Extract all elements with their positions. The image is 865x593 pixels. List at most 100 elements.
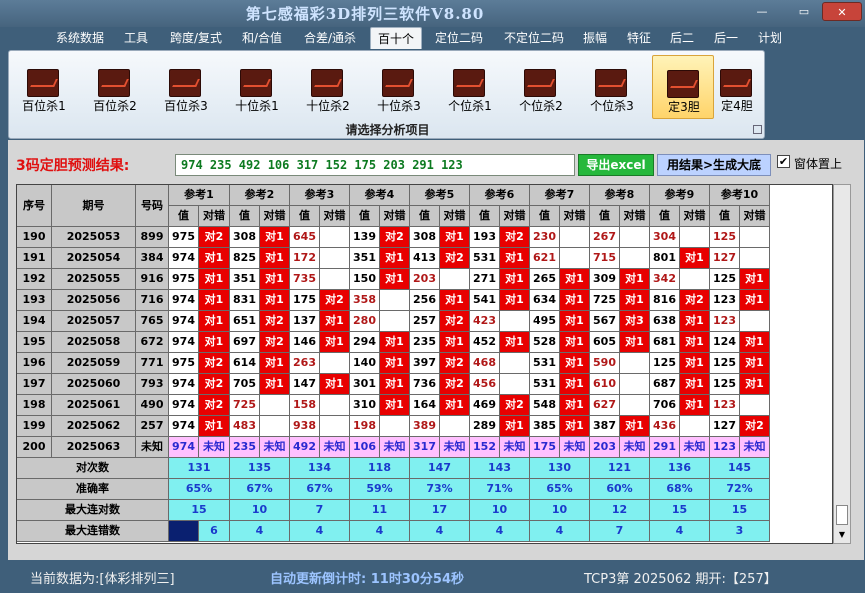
- stat-value: 135: [230, 458, 290, 479]
- cell-result: [260, 395, 290, 416]
- tool-button-10[interactable]: 定3胆: [652, 55, 714, 119]
- export-excel-button[interactable]: 导出excel: [578, 154, 654, 176]
- cell-result: [620, 248, 650, 269]
- cell-value: 140: [350, 353, 380, 374]
- header-ref-7: 参考7: [530, 185, 590, 206]
- tool-button-2[interactable]: 百位杀2: [84, 55, 146, 119]
- tab-2[interactable]: 工具: [116, 27, 156, 49]
- cell-value: 294: [350, 332, 380, 353]
- cell-value: 146: [290, 332, 320, 353]
- cell-value: 164: [410, 395, 440, 416]
- tab-5[interactable]: 合差/通杀: [296, 27, 364, 49]
- cell-result: 对1: [680, 248, 710, 269]
- header-result: 对错: [680, 206, 710, 227]
- cell-value: 590: [590, 353, 620, 374]
- status-source: 当前数据为:[体彩排列三]: [30, 572, 175, 587]
- scroll-down-icon[interactable]: ▼: [837, 530, 847, 539]
- tab-7[interactable]: 定位二码: [426, 27, 492, 49]
- tool-button-7[interactable]: 个位杀1: [439, 55, 501, 119]
- cell-result: 对1: [380, 248, 410, 269]
- cell-value: 697: [230, 332, 260, 353]
- chart-icon: [240, 69, 272, 97]
- cell-value: 257: [410, 311, 440, 332]
- cell-result: 对1: [260, 374, 290, 395]
- cell-value: 605: [590, 332, 620, 353]
- header-result: 对错: [620, 206, 650, 227]
- tool-button-1[interactable]: 百位杀1: [13, 55, 75, 119]
- cell-value: 423: [470, 311, 500, 332]
- maximize-button[interactable]: ▭: [791, 2, 817, 21]
- tool-button-9[interactable]: 个位杀3: [581, 55, 643, 119]
- cell-result: [620, 227, 650, 248]
- cell-result: 对1: [199, 332, 230, 353]
- tool-button-11[interactable]: 定4胆: [711, 55, 763, 119]
- cell-result: 对1: [620, 290, 650, 311]
- scroll-thumb[interactable]: [836, 505, 848, 525]
- cell-value: 825: [230, 248, 260, 269]
- generate-button[interactable]: 用结果>生成大底: [657, 154, 771, 176]
- stat-value: 17: [410, 500, 470, 521]
- tab-1[interactable]: 系统数据: [48, 27, 112, 49]
- chart-icon: [98, 69, 130, 97]
- header-value: 值: [650, 206, 680, 227]
- tab-10[interactable]: 特征: [618, 27, 660, 49]
- cell-value: 974: [169, 416, 199, 437]
- cell-result: [320, 248, 350, 269]
- tool-button-8[interactable]: 个位杀2: [510, 55, 572, 119]
- on-top-checkbox[interactable]: ✔: [777, 155, 790, 168]
- minimize-button[interactable]: —: [749, 2, 775, 21]
- stat-value: 4: [410, 521, 470, 542]
- tab-4[interactable]: 和/合值: [234, 27, 290, 49]
- cell-value: 483: [230, 416, 260, 437]
- tab-13[interactable]: 计划: [750, 27, 790, 49]
- header-value: 值: [590, 206, 620, 227]
- header-value: 值: [169, 206, 199, 227]
- header-result: 对错: [199, 206, 230, 227]
- row-period: 2025055: [52, 269, 136, 290]
- tab-12[interactable]: 后一: [706, 27, 746, 49]
- vertical-scrollbar[interactable]: ▼: [833, 184, 851, 544]
- tab-8[interactable]: 不定位二码: [496, 27, 572, 49]
- row-number: 672: [136, 332, 169, 353]
- row-number: 899: [136, 227, 169, 248]
- tool-label: 十位杀3: [377, 99, 421, 113]
- row-seq: 195: [17, 332, 52, 353]
- result-field[interactable]: 974 235 492 106 317 152 175 203 291 123: [175, 154, 575, 176]
- stat-value: 15: [169, 500, 230, 521]
- row-seq: 193: [17, 290, 52, 311]
- expand-corner-icon[interactable]: [753, 125, 762, 134]
- close-button[interactable]: ✕: [822, 2, 862, 21]
- status-countdown: 自动更新倒计时: 11时30分54秒: [270, 572, 464, 587]
- tool-button-6[interactable]: 十位杀3: [368, 55, 430, 119]
- cell-value: 541: [470, 290, 500, 311]
- row-period: 2025061: [52, 395, 136, 416]
- row-number: 未知: [136, 437, 169, 458]
- cell-value: 397: [410, 353, 440, 374]
- cell-result: [380, 290, 410, 311]
- cell-result: 对1: [620, 269, 650, 290]
- cell-result: 对2: [440, 374, 470, 395]
- row-seq: 191: [17, 248, 52, 269]
- tab-9[interactable]: 振幅: [576, 27, 614, 49]
- cell-result: [740, 227, 770, 248]
- stat-label: 对次数: [17, 458, 169, 479]
- cell-result: 对2: [440, 353, 470, 374]
- cell-value: 291: [650, 437, 680, 458]
- tool-button-4[interactable]: 十位杀1: [226, 55, 288, 119]
- tool-button-3[interactable]: 百位杀3: [155, 55, 217, 119]
- tab-3[interactable]: 跨度/复式: [162, 27, 230, 49]
- cell-result: 对1: [260, 353, 290, 374]
- tab-6[interactable]: 百十个: [370, 27, 422, 49]
- cell-value: 651: [230, 311, 260, 332]
- cell-value: 358: [350, 290, 380, 311]
- cell-result: 对2: [199, 227, 230, 248]
- tab-11[interactable]: 后二: [664, 27, 700, 49]
- chart-icon: [595, 69, 627, 97]
- tool-button-5[interactable]: 十位杀2: [297, 55, 359, 119]
- cell-value: 681: [650, 332, 680, 353]
- stat-value: 118: [350, 458, 410, 479]
- row-seq: 194: [17, 311, 52, 332]
- title-bar: 第七感福彩3D排列三软件V8.80 — ▭ ✕: [0, 0, 865, 27]
- header-value: 值: [290, 206, 320, 227]
- cell-result: 未知: [380, 437, 410, 458]
